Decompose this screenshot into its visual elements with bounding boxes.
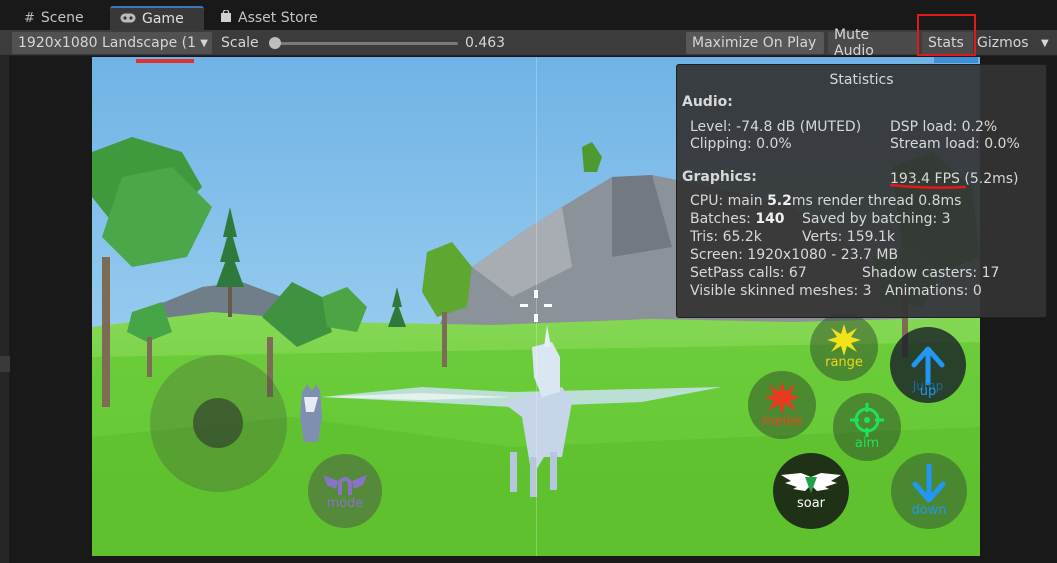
dropdown-arrow-icon: ▼ [200,37,208,49]
gizmos-dropdown-arrow-icon[interactable]: ▼ [1041,32,1049,54]
tab-game[interactable]: Game [110,6,204,30]
visible-skinned-meshes: Visible skinned meshes: 3 [690,283,872,299]
grid-icon: # [24,10,35,26]
batches-prefix: Batches: [690,211,756,227]
aim-label: aim [854,436,880,451]
aim-button[interactable]: aim [833,393,901,461]
soar-label: soar [796,496,826,511]
fps-red-underline [889,183,967,189]
melee-button[interactable]: melee [748,371,816,439]
joystick-knob[interactable] [193,398,243,448]
range-label: range [825,355,863,370]
cpu-main-value: 5.2 [767,193,792,209]
left-dock-strip [0,56,10,563]
starburst-icon [827,324,861,356]
shadow-casters: Shadow casters: 17 [862,265,1000,281]
wolf-character [300,384,322,442]
tab-scene[interactable]: # Scene [14,6,94,30]
verts: Verts: 159.1k [802,229,895,245]
game-view-toolbar: 1920x1080 Landscape (1 ▼ Scale 0.463 Max… [0,27,1057,59]
mode-label: mode [326,496,364,511]
range-button[interactable]: range [810,313,878,381]
up-jump-button[interactable]: Jump up [890,327,966,403]
resolution-value: 1920x1080 Landscape (1 [18,35,197,51]
stats-button[interactable]: Stats [922,32,973,54]
setpass-calls: SetPass calls: 67 [690,265,807,281]
bag-icon [220,8,232,27]
horseshoe-wings-icon [323,475,367,495]
fps-ms: (5.2ms) [964,171,1019,187]
cpu-suffix: ms render thread 0.8ms [791,193,962,209]
down-label: down [911,503,947,518]
gizmos-button[interactable]: Gizmos [977,32,1029,54]
winged-emblem-icon [781,473,841,493]
scale-slider-thumb[interactable] [269,37,281,49]
statistics-title: Statistics [829,72,894,88]
soar-button[interactable]: soar [773,453,849,529]
mode-button[interactable]: mode [308,454,382,528]
stream-load: Stream load: 0.0% [890,136,1020,152]
editor-tab-bar: # Scene Game Asset Store [0,0,1057,30]
melee-label: melee [761,414,803,429]
up-label: up [919,384,937,399]
batches-line: Batches: 140 [690,211,785,227]
mute-audio-button[interactable]: Mute Audio [828,27,918,59]
dsp-load: DSP load: 0.2% [890,119,998,135]
screen-info: Screen: 1920x1080 - 23.7 MB [690,247,899,263]
tab-game-label: Game [142,11,184,27]
cpu-prefix: CPU: main [690,193,768,209]
scale-slider-track[interactable] [275,42,458,45]
crosshair-icon [520,290,552,322]
scale-value: 0.463 [465,35,506,51]
gamepad-icon [120,12,136,27]
scale-label: Scale [221,35,259,51]
tab-asset-store[interactable]: Asset Store [210,6,328,30]
audio-header: Audio: [682,94,733,110]
saved-by-batching: Saved by batching: 3 [802,211,951,227]
explosion-icon [764,381,800,415]
graphics-header: Graphics: [682,169,757,185]
target-reticle-icon [850,403,884,437]
cpu-line: CPU: main 5.2ms render thread 0.8ms [690,193,961,209]
tab-asset-store-label: Asset Store [238,10,318,26]
tab-scene-label: Scene [40,10,84,26]
maximize-on-play-button[interactable]: Maximize On Play [686,32,824,54]
audio-level: Level: -74.8 dB (MUTED) [690,119,862,135]
animations: Animations: 0 [885,283,982,299]
resolution-dropdown[interactable]: 1920x1080 Landscape (1 ▼ [12,32,212,54]
batches-value: 140 [755,211,785,227]
audio-clipping: Clipping: 0.0% [690,136,792,152]
tris: Tris: 65.2k [690,229,762,245]
statistics-panel: Statistics Audio: Level: -74.8 dB (MUTED… [676,64,1047,318]
down-arrow-icon [912,464,946,503]
down-button[interactable]: down [891,453,967,529]
